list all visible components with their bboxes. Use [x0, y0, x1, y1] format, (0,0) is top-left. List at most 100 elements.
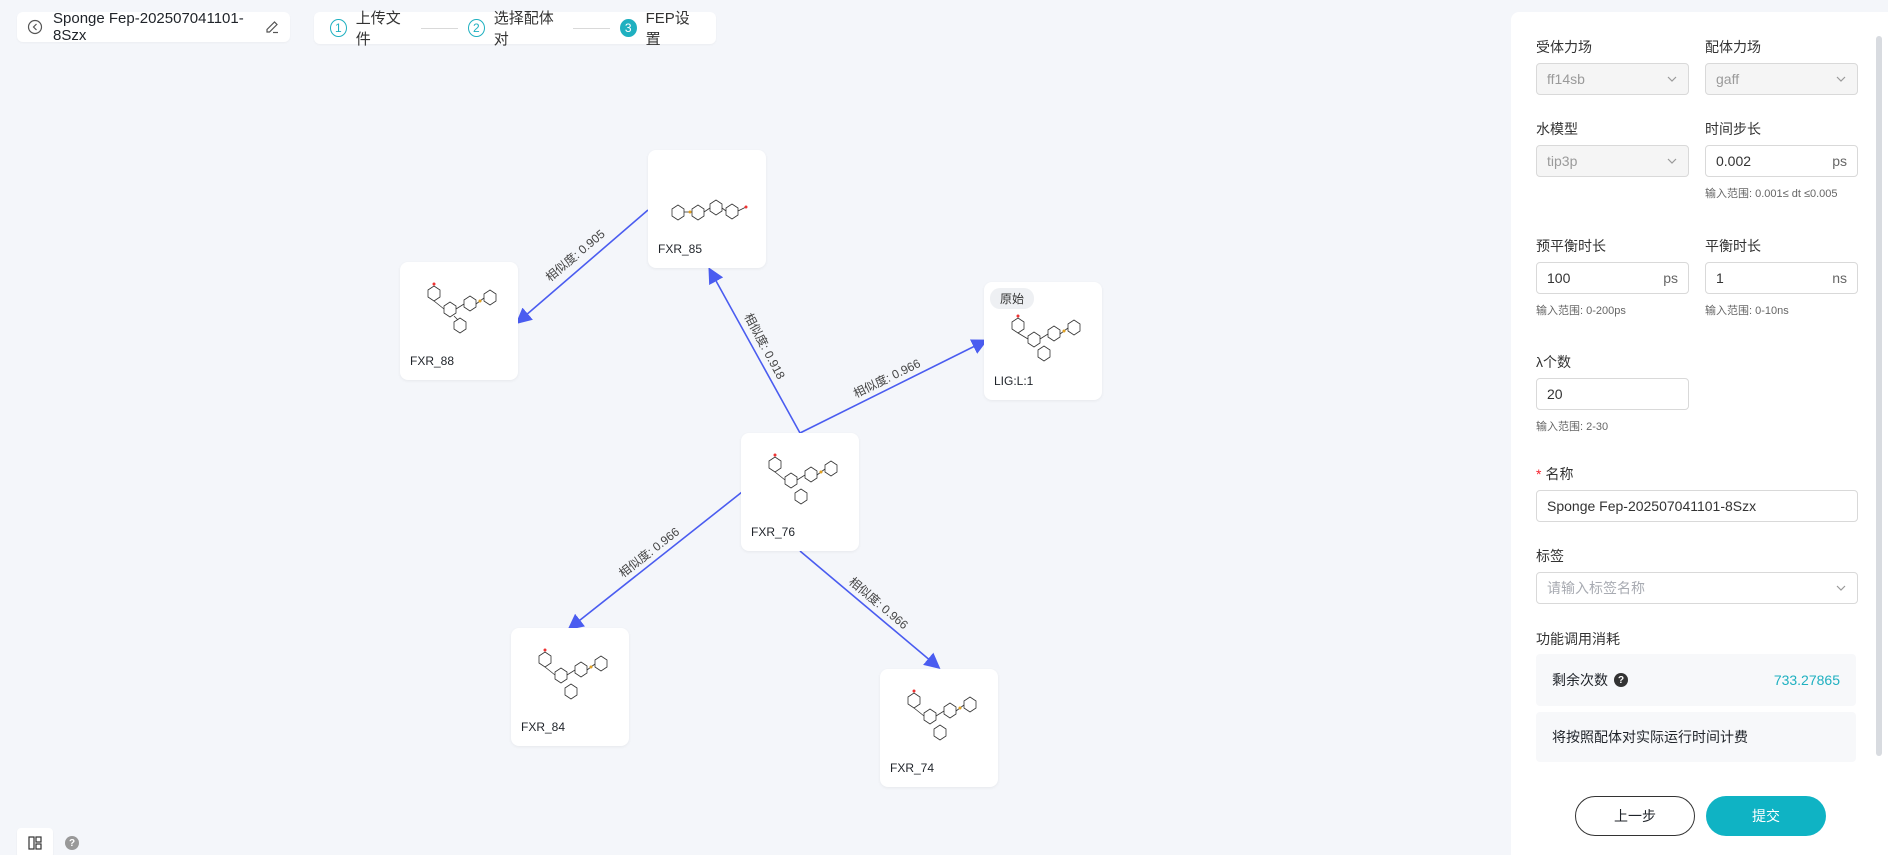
input-value: Sponge Fep-202507041101-8Szx	[1547, 498, 1757, 514]
timestep-input[interactable]: 0.002 ps	[1705, 145, 1858, 177]
name-input[interactable]: Sponge Fep-202507041101-8Szx	[1536, 490, 1858, 522]
ligand-ff-select[interactable]: gaff	[1705, 63, 1858, 95]
step-label: 上传文件	[355, 10, 401, 48]
back-icon[interactable]	[27, 19, 43, 35]
receptor-ff-field: 受体力场 ff14sb	[1536, 37, 1689, 95]
cost-title: 功能调用消耗	[1536, 631, 1620, 647]
panel-scrollbar[interactable]	[1876, 36, 1882, 756]
edge-85-88[interactable]	[515, 209, 649, 325]
molecule-icon	[671, 199, 748, 221]
node-lig-l1[interactable]: 原始 LIG:L:1	[984, 282, 1102, 400]
step-number: 1	[330, 19, 347, 37]
input-value: 0.002	[1716, 153, 1752, 169]
submit-button[interactable]: 提交	[1706, 796, 1826, 836]
app-root: 相似度: 0.905 相似度: 0.918 相似度: 0.966 相似度: 0.…	[0, 0, 1888, 855]
unit-suffix: ns	[1832, 270, 1847, 286]
settings-panel: 受体力场 ff14sb 配体力场 gaff 水模型 tip3p 时间步长 0.0…	[1511, 12, 1888, 855]
step-upload: 1 上传文件	[330, 7, 411, 49]
edge-76-74[interactable]	[799, 550, 941, 670]
prev-step-button[interactable]: 上一步	[1575, 796, 1695, 836]
timestep-field: 时间步长 0.002 ps 输入范围: 0.001≤ dt ≤0.005	[1705, 119, 1858, 201]
required-mark: *	[1536, 466, 1542, 482]
chevron-down-icon	[1666, 73, 1678, 85]
select-value: ff14sb	[1547, 71, 1585, 87]
node-fxr-84[interactable]: FXR_84	[511, 628, 629, 746]
node-label: FXR_88	[410, 354, 455, 368]
field-label: 预平衡时长	[1536, 238, 1606, 254]
step-fep-settings: 3 FEP设置	[619, 7, 700, 49]
node-label: LIG:L:1	[994, 374, 1034, 388]
lambda-input[interactable]: 20	[1536, 378, 1689, 410]
tags-select[interactable]: 请输入标签名称	[1536, 572, 1858, 604]
project-title-bar: Sponge Fep-202507041101-8Szx	[17, 10, 290, 44]
step-number: 2	[468, 19, 485, 37]
lambda-field: λ个数 20 输入范围: 2-30	[1536, 352, 1689, 434]
pre-eq-field: 预平衡时长 100 ps 输入范围: 0-200ps	[1536, 236, 1689, 318]
field-label: 时间步长	[1705, 121, 1761, 137]
field-label: 标签	[1536, 548, 1564, 564]
molecule-icon	[1011, 314, 1081, 362]
chevron-down-icon	[1835, 582, 1847, 594]
field-label: λ个数	[1536, 354, 1571, 370]
node-fxr-88[interactable]: FXR_88	[400, 262, 518, 380]
node-label: FXR_74	[890, 761, 935, 775]
range-hint: 输入范围: 0.001≤ dt ≤0.005	[1705, 188, 1838, 200]
canvas-tools: ?	[17, 828, 79, 855]
remain-label: 剩余次数	[1552, 672, 1608, 688]
input-value: 20	[1547, 386, 1563, 402]
chevron-down-icon	[1835, 73, 1847, 85]
field-label: 配体力场	[1705, 39, 1761, 55]
water-model-select[interactable]: tip3p	[1536, 145, 1689, 177]
tags-placeholder: 请输入标签名称	[1547, 580, 1645, 596]
edge-76-85[interactable]	[708, 267, 801, 434]
field-label: 平衡时长	[1705, 238, 1761, 254]
molecule-icon	[768, 453, 838, 505]
water-model-field: 水模型 tip3p	[1536, 119, 1689, 177]
range-hint: 输入范围: 2-30	[1536, 421, 1609, 433]
step-number: 3	[619, 19, 637, 37]
field-label: * 名称	[1536, 464, 1858, 482]
edge-76-lig[interactable]	[799, 339, 988, 434]
network-canvas[interactable]: 相似度: 0.905 相似度: 0.918 相似度: 0.966 相似度: 0.…	[0, 0, 1510, 855]
name-field: * 名称 Sponge Fep-202507041101-8Szx	[1536, 464, 1858, 522]
ligand-ff-field: 配体力场 gaff	[1705, 37, 1858, 95]
edge-label-76-84: 相似度: 0.966	[616, 524, 683, 581]
node-label: FXR_84	[521, 720, 566, 734]
receptor-ff-select[interactable]: ff14sb	[1536, 63, 1689, 95]
edge-label-76-74: 相似度: 0.966	[846, 574, 912, 632]
help-icon[interactable]: ?	[1614, 673, 1628, 687]
edit-icon[interactable]	[264, 19, 280, 35]
tags-field: 标签 请输入标签名称	[1536, 546, 1858, 604]
graph-edges: 相似度: 0.905 相似度: 0.918 相似度: 0.966 相似度: 0.…	[515, 209, 988, 670]
eq-field: 平衡时长 1 ns 输入范围: 0-10ns	[1705, 236, 1858, 318]
pre-eq-input[interactable]: 100 ps	[1536, 262, 1689, 294]
select-value: gaff	[1716, 71, 1740, 87]
layout-icon	[28, 836, 42, 850]
name-label: 名称	[1545, 466, 1574, 482]
node-label: FXR_76	[751, 525, 796, 539]
range-hint: 输入范围: 0-10ns	[1705, 305, 1789, 317]
billing-note: 将按照配体对实际运行时间计费	[1536, 712, 1856, 762]
step-divider	[572, 27, 610, 29]
unit-suffix: ps	[1832, 153, 1847, 169]
edge-76-84[interactable]	[567, 491, 743, 630]
node-fxr-74[interactable]: FXR_74	[880, 669, 998, 787]
node-label: FXR_85	[658, 242, 703, 256]
eq-input[interactable]: 1 ns	[1705, 262, 1858, 294]
node-fxr-85[interactable]: FXR_85	[648, 150, 766, 268]
project-title: Sponge Fep-202507041101-8Szx	[53, 10, 244, 44]
molecule-icon	[907, 689, 977, 741]
billing-text: 将按照配体对实际运行时间计费	[1552, 729, 1748, 745]
layout-toggle-button[interactable]	[17, 828, 53, 855]
range-hint: 输入范围: 0-200ps	[1536, 305, 1626, 317]
unit-suffix: ps	[1663, 270, 1678, 286]
chevron-down-icon	[1666, 155, 1678, 167]
select-value: tip3p	[1547, 153, 1578, 169]
help-icon[interactable]: ?	[65, 836, 79, 850]
step-divider	[420, 27, 458, 29]
node-fxr-76[interactable]: FXR_76	[741, 433, 859, 551]
field-label: 受体力场	[1536, 39, 1592, 55]
remaining-quota: 剩余次数 ? 733.27865	[1536, 654, 1856, 706]
remain-value: 733.27865	[1773, 672, 1840, 688]
step-select-pairs: 2 选择配体对	[468, 7, 563, 49]
